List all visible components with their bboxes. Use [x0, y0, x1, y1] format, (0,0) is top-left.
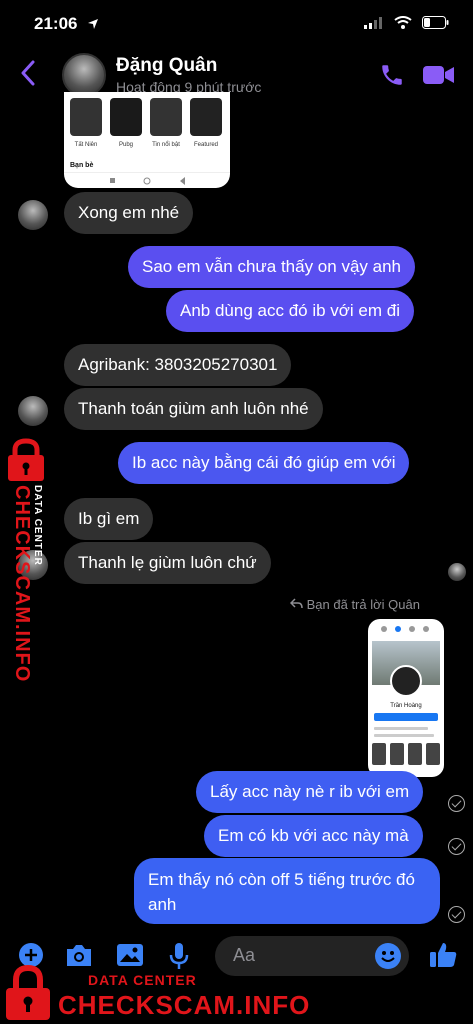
message-outgoing[interactable]: Em có kb với acc này mà [204, 815, 423, 857]
preview-button [374, 713, 438, 721]
preview-line [374, 727, 428, 730]
message-outgoing[interactable]: Lấy acc này nè r ib với em [196, 771, 424, 813]
preview-name: Trần Hoàng [390, 703, 422, 709]
message-incoming[interactable]: Thanh lẹ giùm luôn chứ [64, 542, 271, 584]
message-incoming[interactable]: Agribank: 3803205270301 [64, 344, 292, 386]
screenshot-tile [110, 98, 142, 136]
preview-photo [408, 743, 422, 765]
location-icon [87, 17, 99, 35]
sent-check-icon [448, 795, 465, 812]
status-icons [364, 16, 449, 34]
message-outgoing[interactable]: Anb dùng acc đó ib với em đi [166, 290, 414, 332]
preview-photo [426, 743, 440, 765]
tile-label: Featured [193, 142, 218, 148]
status-bar: 21:06 [0, 0, 473, 48]
screenshot-nav-bar [64, 172, 230, 188]
tile-label: Pubg [118, 142, 133, 148]
shared-profile-screenshot[interactable]: Trần Hoàng [368, 619, 444, 777]
screenshot-tile [190, 98, 222, 136]
video-call-icon[interactable] [423, 64, 455, 91]
watermark-bottom: DATA CENTER CHECKSCAM.INFO [0, 962, 473, 1024]
message-incoming[interactable]: Ib gì em [64, 498, 154, 540]
screenshot-footer: Bạn bè [70, 162, 94, 169]
message-outgoing[interactable]: Ib acc này bằng cái đó giúp em với [118, 442, 410, 484]
sent-check-icon [448, 838, 465, 855]
preview-top-icons [381, 626, 429, 632]
preview-photo [372, 743, 386, 765]
phone-icon[interactable] [379, 62, 405, 93]
reply-note: Bạn đã trả lời Quân [289, 597, 420, 612]
preview-photo [390, 743, 404, 765]
shared-screenshot[interactable]: Tất Niên Pubg Tin nổi bật Featured Bạn b… [64, 92, 230, 188]
sent-check-icon [448, 906, 465, 923]
sender-avatar[interactable] [18, 200, 48, 230]
watermark-data-center: DATA CENTER [88, 972, 197, 988]
contact-name[interactable]: Đặng Quân [116, 55, 217, 77]
padlock-icon [2, 964, 54, 1024]
status-time: 21:06 [34, 14, 78, 33]
wifi-icon [394, 16, 412, 34]
battery-icon [422, 16, 449, 34]
message-outgoing[interactable]: Sao em vẫn chưa thấy on vậy anh [128, 246, 415, 288]
screenshot-tile [150, 98, 182, 136]
signal-icon [364, 16, 384, 34]
watermark-site: CHECKSCAM.INFO [11, 485, 33, 683]
watermark-side: CHECKSCAM.INFO DATA CENTER [2, 437, 54, 682]
reply-note-text: Bạn đã trả lời Quân [306, 597, 420, 612]
preview-profile-pic [390, 665, 422, 697]
message-outgoing[interactable]: Em thấy nó còn off 5 tiếng trước đó anh [134, 858, 440, 924]
sender-avatar[interactable] [18, 396, 48, 426]
watermark-data-center: DATA CENTER [32, 485, 43, 566]
watermark-site: CHECKSCAM.INFO [58, 990, 311, 1020]
seen-avatar [448, 563, 466, 581]
reply-icon [289, 597, 307, 612]
back-arrow-icon[interactable] [20, 60, 36, 91]
message-incoming[interactable]: Xong em nhé [64, 192, 194, 234]
preview-line [374, 734, 434, 737]
tile-label: Tin nổi bật [152, 142, 180, 148]
contact-avatar[interactable] [62, 53, 106, 97]
screenshot-tile [70, 98, 102, 136]
message-incoming[interactable]: Thanh toán giùm anh luôn nhé [64, 388, 323, 430]
tile-label: Tất Niên [74, 142, 98, 148]
